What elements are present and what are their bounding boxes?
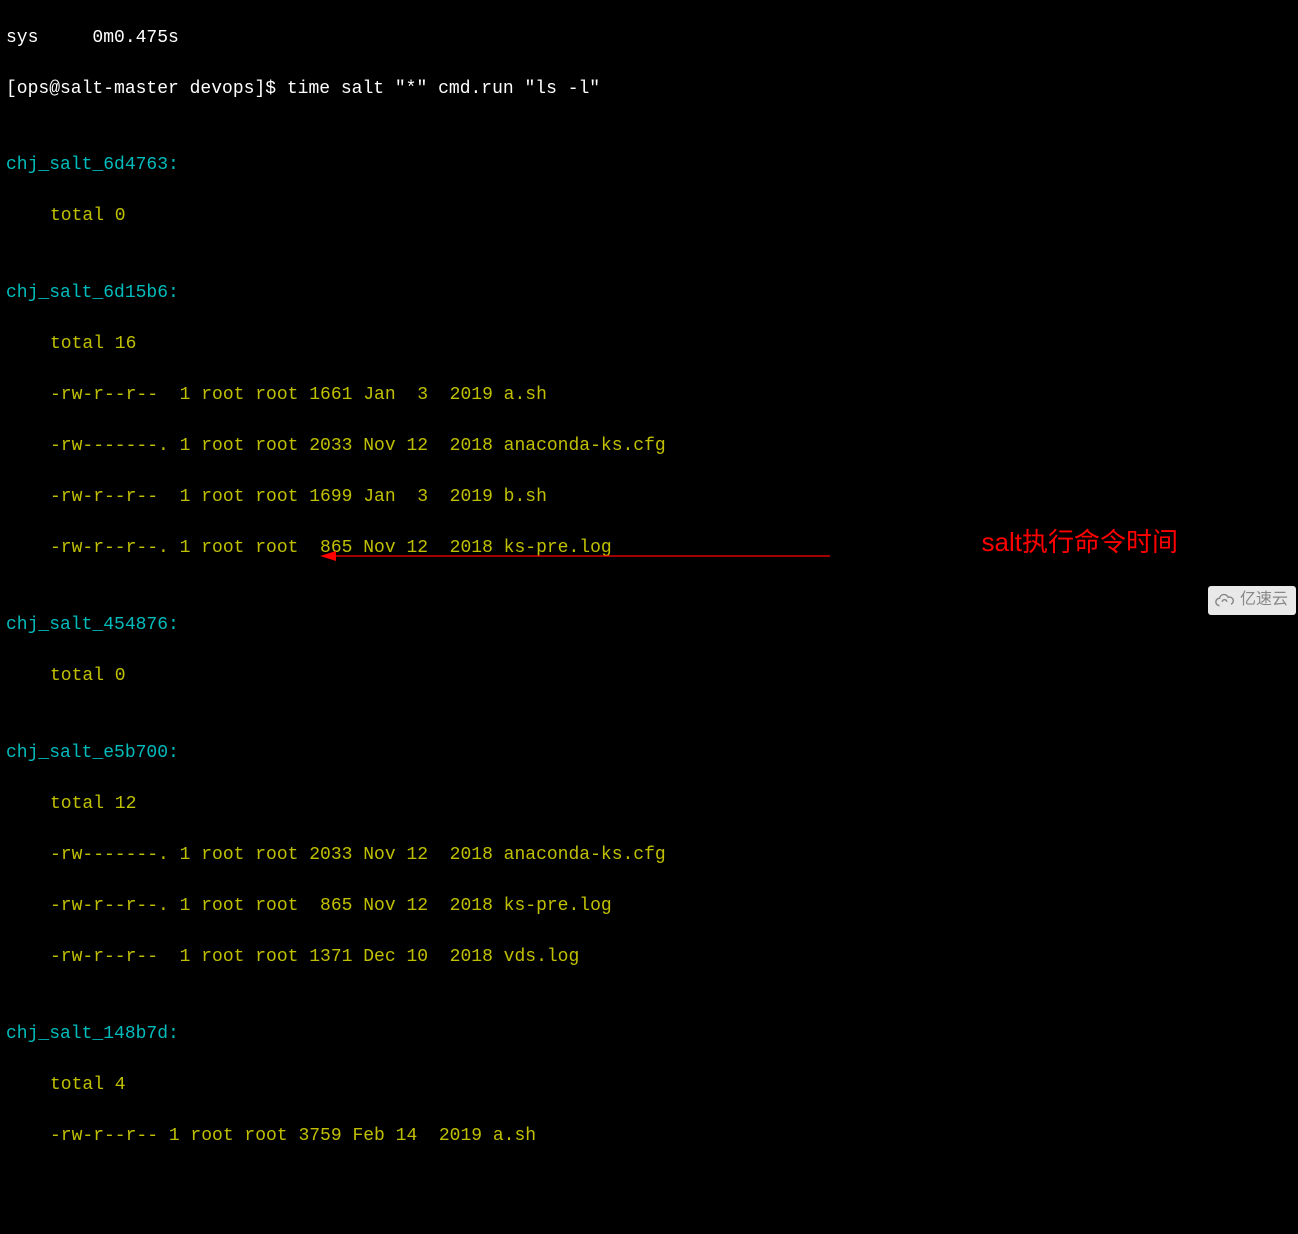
minion-name: chj_salt_e5b700 [6, 743, 168, 763]
file-line: -rw-r--r-- 1 root root 1661 Jan 3 2019 a… [6, 383, 1292, 409]
sys-time: 0m0.475s [92, 28, 178, 48]
minion-name: chj_salt_6d15b6 [6, 283, 168, 303]
minion-name: chj_salt_148b7d [6, 1024, 168, 1044]
file-line: -rw-r--r-- 1 root root 3759 Feb 14 2019 … [6, 1124, 1292, 1150]
prompt-line: [ops@salt-master devops]$ time salt "*" … [6, 77, 1292, 103]
file-line: -rw-r--r-- 1 root root 1699 Jan 3 2019 b… [6, 485, 1292, 511]
file-line: -rw-r--r--. 1 root root 865 Nov 12 2018 … [6, 894, 1292, 920]
file-line: -rw-r--r-- 1 root root 1371 Dec 10 2018 … [6, 945, 1292, 971]
total-line: total 12 [6, 792, 1292, 818]
watermark: 亿速云 [1208, 586, 1296, 615]
blank-line [6, 1201, 1292, 1227]
total-line: total 4 [6, 1073, 1292, 1099]
watermark-text: 亿速云 [1240, 589, 1288, 612]
minion-name: chj_salt_454876 [6, 615, 168, 635]
minion-block-0: chj_salt_6d4763: [6, 153, 1292, 179]
shell-prompt: [ops@salt-master devops]$ [6, 79, 287, 99]
annotation-text: salt执行命令时间 [982, 524, 1178, 561]
minion-block-1: chj_salt_6d15b6: [6, 281, 1292, 307]
terminal-output: sys 0m0.475s [ops@salt-master devops]$ t… [0, 0, 1298, 1234]
total-line: total 0 [6, 664, 1292, 690]
sys-label: sys [6, 28, 38, 48]
cloud-icon [1214, 592, 1236, 610]
total-line: total 0 [6, 204, 1292, 230]
file-line: -rw-------. 1 root root 2033 Nov 12 2018… [6, 434, 1292, 460]
total-line: total 16 [6, 332, 1292, 358]
time-sys-line: sys 0m0.475s [6, 26, 1292, 52]
shell-command: time salt "*" cmd.run "ls -l" [287, 79, 600, 99]
file-line: -rw-------. 1 root root 2033 Nov 12 2018… [6, 843, 1292, 869]
minion-name: chj_salt_6d4763 [6, 155, 168, 175]
minion-block-4: chj_salt_148b7d: [6, 1022, 1292, 1048]
minion-block-3: chj_salt_e5b700: [6, 741, 1292, 767]
